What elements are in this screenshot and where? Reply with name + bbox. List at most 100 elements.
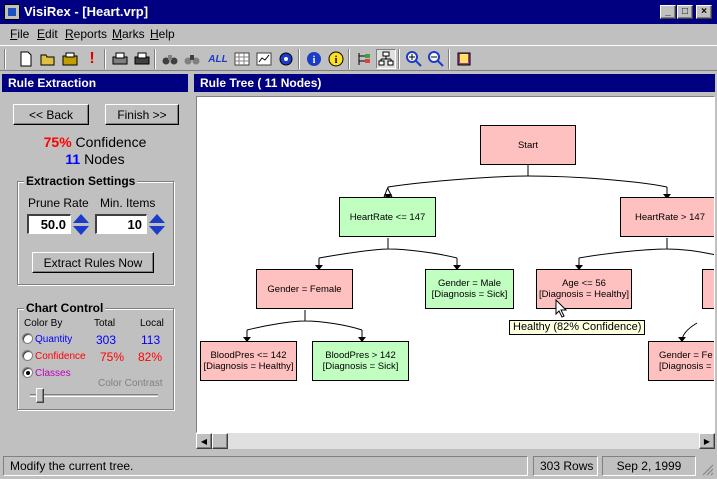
confidence-summary: 75% Confidence	[0, 134, 190, 150]
scroll-thumb[interactable]	[212, 433, 228, 449]
node-label: Start	[517, 139, 539, 151]
tree-node-age[interactable]: Age <= 56 [Diagnosis = Healthy]	[536, 269, 632, 309]
print-icon[interactable]	[110, 49, 130, 69]
tree-node-partial-right[interactable]	[702, 269, 714, 309]
tree-node-gender-male[interactable]: Gender = Male [Diagnosis = Sick]	[425, 269, 514, 309]
tree-node-bloodpres-gt[interactable]: BloodPres > 142 [Diagnosis = Sick]	[312, 341, 409, 381]
node-label: HeartRate > 147	[635, 211, 705, 223]
connector-start-split	[387, 175, 668, 188]
contrast-slider-track	[30, 394, 158, 397]
app-icon[interactable]	[4, 4, 20, 20]
min-items-down-icon[interactable]	[149, 226, 165, 235]
rule-tree-canvas[interactable]: Start HeartRate <= 147 HeartRate > 147 G…	[196, 96, 715, 433]
horizontal-scrollbar[interactable]: ◀ ▶	[196, 433, 715, 449]
menu-help[interactable]: Help	[150, 27, 175, 41]
confidence-label: Confidence	[75, 134, 147, 150]
prune-rate-up-icon[interactable]	[73, 214, 89, 223]
color-contrast-label: Color Contrast	[98, 378, 163, 389]
chart-icon[interactable]	[254, 49, 274, 69]
node-diagnosis: [Diagnosis = Sick]	[431, 289, 508, 300]
connector-hr-le	[318, 238, 458, 269]
prune-rate-down-icon[interactable]	[73, 226, 89, 235]
tree-node-heartrate-gt[interactable]: HeartRate > 147	[620, 197, 714, 237]
toolbar-separator	[104, 49, 106, 69]
node-diagnosis: [Diagnosis =	[659, 361, 712, 372]
contrast-slider-thumb[interactable]	[36, 388, 44, 403]
resize-grip-icon[interactable]	[702, 464, 714, 476]
tree-node-heartrate-le[interactable]: HeartRate <= 147	[339, 197, 436, 237]
title-bar: VisiRex - [Heart.vrp] _ □ ×	[0, 0, 717, 24]
local-label: Local	[140, 318, 164, 329]
rule-extraction-panel: << Back Finish >> 75% Confidence 11 Node…	[0, 94, 190, 452]
maximize-button[interactable]: □	[677, 5, 693, 19]
tree-icon[interactable]	[354, 49, 374, 69]
toolbar-separator	[448, 49, 450, 69]
window-title: VisiRex - [Heart.vrp]	[24, 4, 149, 19]
status-date: Sep 2, 1999	[602, 456, 696, 476]
min-items-up-icon[interactable]	[149, 214, 165, 223]
all-icon[interactable]: ALL	[208, 49, 228, 69]
book-icon[interactable]	[454, 49, 474, 69]
chart-control-group: Chart Control Color By Total Local Quant…	[17, 301, 174, 410]
menu-file[interactable]: File	[10, 27, 29, 41]
nodes-summary: 11 Nodes	[0, 151, 190, 167]
tree-layout-icon[interactable]	[376, 49, 396, 69]
toolbar-separator	[398, 49, 400, 69]
quantity-total: 303	[96, 333, 117, 347]
find-next-icon[interactable]	[182, 49, 202, 69]
nodes-label: Nodes	[84, 151, 125, 167]
minimize-button[interactable]: _	[660, 5, 676, 19]
node-label: Age <= 56	[562, 278, 606, 289]
menu-edit[interactable]: Edit	[37, 27, 58, 41]
scroll-left-button[interactable]: ◀	[196, 433, 212, 449]
scroll-right-button[interactable]: ▶	[699, 433, 715, 449]
tree-node-gender-female[interactable]: Gender = Female	[256, 269, 353, 309]
menu-marks[interactable]: Marks	[112, 27, 145, 41]
min-items-field[interactable]: 10	[95, 214, 147, 234]
node-diagnosis: [Diagnosis = Healthy]	[538, 289, 630, 300]
color-by-label: Color By	[24, 318, 63, 329]
find-icon[interactable]	[160, 49, 180, 69]
grid-icon[interactable]	[232, 49, 252, 69]
tree-node-start[interactable]: Start	[480, 125, 576, 165]
connector-hr-gt	[578, 238, 714, 269]
menu-reports[interactable]: Reports	[65, 27, 107, 41]
tree-node-bloodpres-le[interactable]: BloodPres <= 142 [Diagnosis = Healthy]	[200, 341, 297, 381]
settings-icon[interactable]	[276, 49, 296, 69]
toolbar-separator	[348, 49, 350, 69]
quantity-radio[interactable]	[22, 333, 33, 344]
classes-radio[interactable]	[22, 367, 33, 378]
node-label: BloodPres <= 142	[210, 350, 287, 361]
info-yellow-icon[interactable]: i	[326, 49, 346, 69]
alert-icon[interactable]: !	[82, 49, 102, 69]
zoom-out-icon[interactable]	[426, 49, 446, 69]
min-items-label: Min. Items	[100, 196, 156, 210]
print-preview-icon[interactable]	[132, 49, 152, 69]
prune-rate-label: Prune Rate	[28, 196, 89, 210]
connector-female	[246, 310, 363, 341]
toolbar-grip	[4, 49, 6, 69]
confidence-radio[interactable]	[22, 350, 33, 361]
open-folder-icon[interactable]	[38, 49, 58, 69]
mouse-cursor-icon	[555, 299, 568, 318]
zoom-in-icon[interactable]	[404, 49, 424, 69]
info-icon[interactable]: i	[304, 49, 324, 69]
new-file-icon[interactable]	[16, 49, 36, 69]
confidence-total: 75%	[100, 350, 125, 364]
node-label: HeartRate <= 147	[349, 211, 426, 223]
extract-rules-button[interactable]: Extract Rules Now	[32, 252, 154, 273]
open-file-icon[interactable]	[60, 49, 80, 69]
prune-rate-field[interactable]: 50.0	[27, 214, 71, 234]
node-diagnosis: [Diagnosis = Sick]	[322, 361, 399, 372]
svg-text:i: i	[313, 55, 316, 66]
node-tooltip: Healthy (82% Confidence)	[509, 320, 646, 335]
connector-start-left	[383, 165, 529, 198]
close-button[interactable]: ×	[696, 5, 712, 19]
confidence-option-label: Confidence	[35, 351, 86, 362]
tree-node-gender-female-2[interactable]: Gender = Fe [Diagnosis =	[648, 341, 714, 381]
node-label: BloodPres > 142	[325, 350, 396, 361]
svg-text:i: i	[335, 55, 338, 66]
toolbar-separator	[298, 49, 300, 69]
finish-button[interactable]: Finish >>	[105, 104, 179, 125]
back-button[interactable]: << Back	[13, 104, 89, 125]
